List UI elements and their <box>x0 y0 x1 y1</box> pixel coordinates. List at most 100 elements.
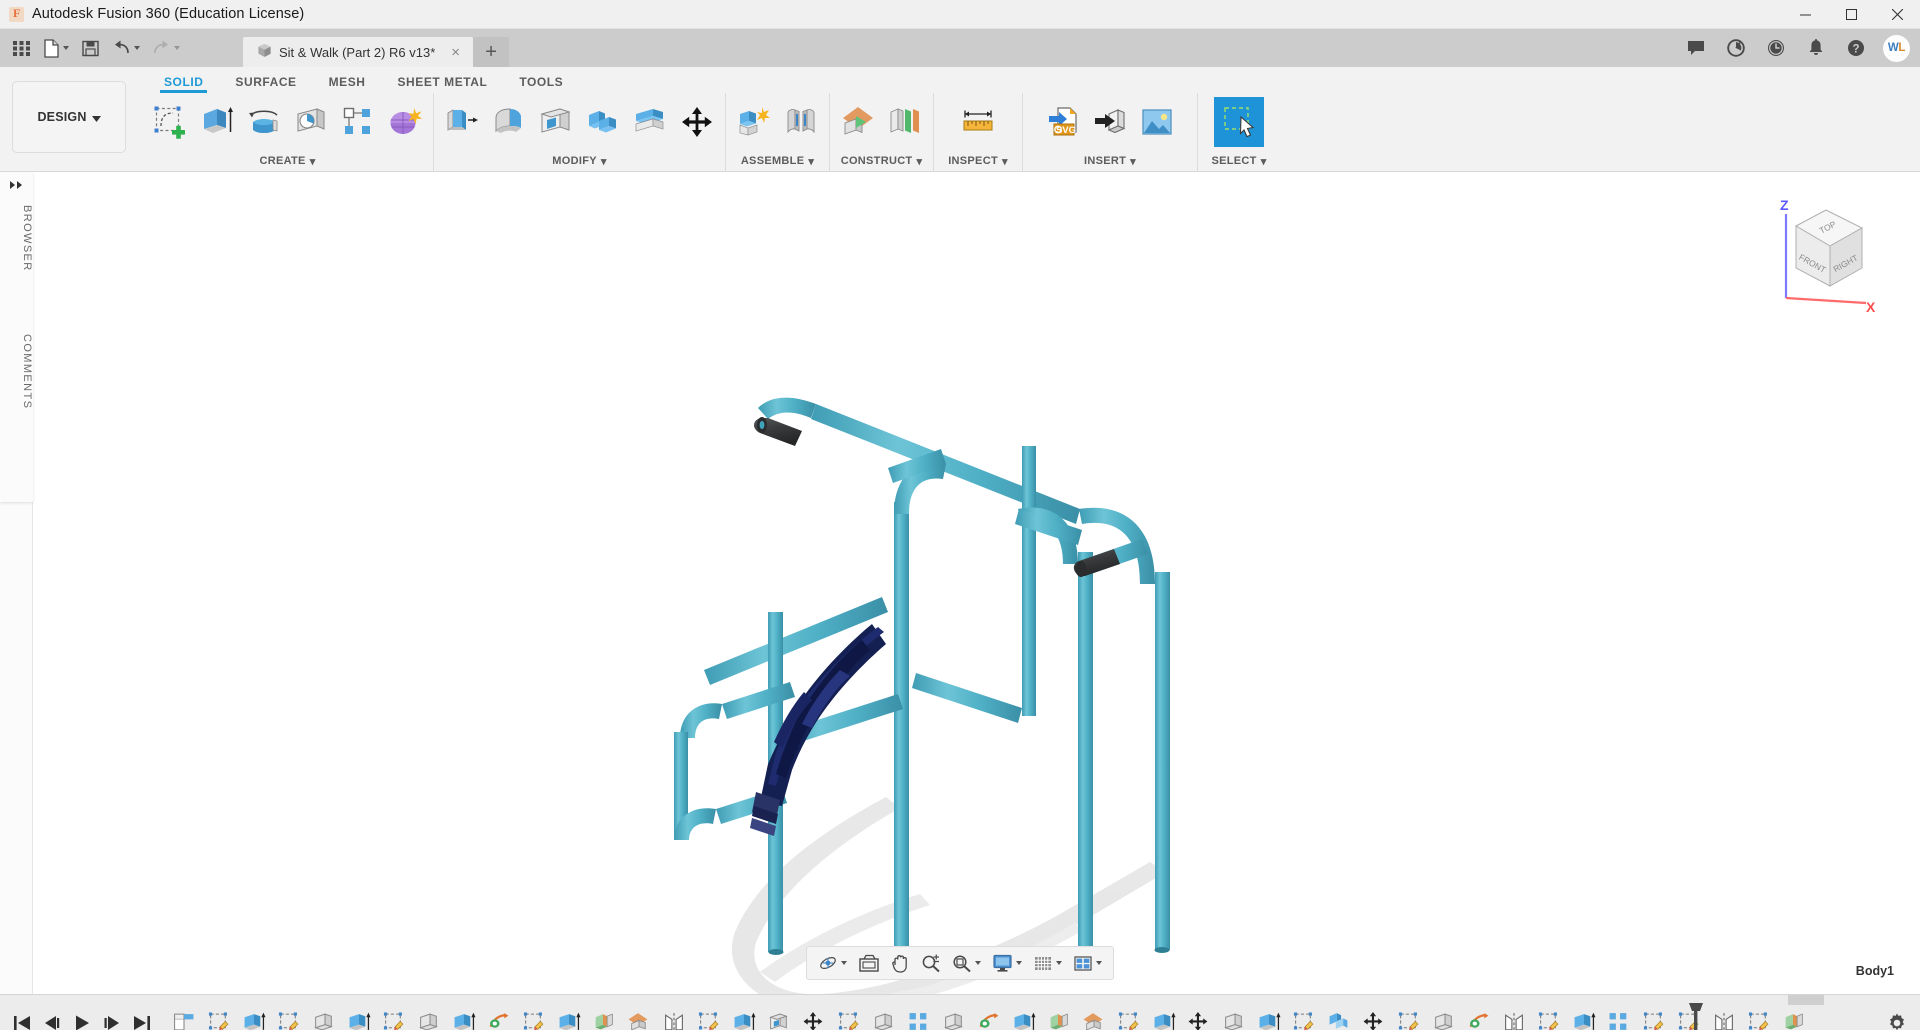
close-button[interactable] <box>1874 0 1920 29</box>
feature-move-icon[interactable] <box>796 1005 831 1030</box>
feature-sweep-icon[interactable] <box>1461 1005 1496 1030</box>
user-avatar[interactable]: WL <box>1883 35 1910 62</box>
feature-pattern-icon[interactable] <box>1601 1005 1636 1030</box>
feature-mirror-icon[interactable] <box>1706 1005 1741 1030</box>
feature-move-icon[interactable] <box>1181 1005 1216 1030</box>
grid-snaps-caret-icon[interactable] <box>1056 961 1062 965</box>
hole-icon[interactable] <box>289 98 333 146</box>
comment-icon[interactable] <box>1677 29 1715 67</box>
offset-plane-icon[interactable] <box>836 98 880 146</box>
ribbon-tab-mesh[interactable]: MESH <box>313 75 382 93</box>
feature-sketch-edit-icon[interactable] <box>1111 1005 1146 1030</box>
feature-mirror-icon[interactable] <box>656 1005 691 1030</box>
fit-icon[interactable] <box>947 948 986 978</box>
create-sketch-icon[interactable] <box>148 98 192 146</box>
feature-sketch-edit-icon[interactable] <box>1741 1005 1776 1030</box>
app-grid-icon[interactable] <box>7 33 36 63</box>
jump-to-start-icon[interactable] <box>8 1006 36 1030</box>
feature-extrude-icon[interactable] <box>1566 1005 1601 1030</box>
feature-sketch-edit-icon[interactable] <box>201 1005 236 1030</box>
activity-icon[interactable] <box>1717 29 1755 67</box>
minimize-button[interactable] <box>1782 0 1828 29</box>
feature-body-icon[interactable] <box>1216 1005 1251 1030</box>
feature-sweep-icon[interactable] <box>481 1005 516 1030</box>
ribbon-tab-sheet-metal[interactable]: SHEET METAL <box>382 75 504 93</box>
feature-combine-icon[interactable] <box>1321 1005 1356 1030</box>
ribbon-tab-surface[interactable]: SURFACE <box>219 75 312 93</box>
chevron-down-icon[interactable]: ▾ <box>310 155 316 168</box>
feature-move-icon[interactable] <box>1356 1005 1391 1030</box>
grid-snaps-icon[interactable] <box>1028 948 1067 978</box>
timeline-end-marker[interactable] <box>1688 1002 1695 1030</box>
feature-extrude-icon[interactable] <box>446 1005 481 1030</box>
feature-sketch-edit-icon[interactable] <box>271 1005 306 1030</box>
ribbon-tab-solid[interactable]: SOLID <box>148 75 219 93</box>
feature-extrude-icon[interactable] <box>236 1005 271 1030</box>
feature-body-icon[interactable] <box>411 1005 446 1030</box>
display-settings-caret-icon[interactable] <box>1016 961 1022 965</box>
step-forward-icon[interactable] <box>98 1006 126 1030</box>
feature-sketch-edit-icon[interactable] <box>376 1005 411 1030</box>
maximize-button[interactable] <box>1828 0 1874 29</box>
feature-sketch-edit-icon[interactable] <box>1531 1005 1566 1030</box>
feature-sketch-edit-icon[interactable] <box>1636 1005 1671 1030</box>
feature-body-icon[interactable] <box>306 1005 341 1030</box>
fit-caret-icon[interactable] <box>975 961 981 965</box>
timeline-track[interactable] <box>166 995 1874 1030</box>
insert-derive-icon[interactable] <box>1088 98 1132 146</box>
split-body-icon[interactable] <box>628 98 672 146</box>
shell-icon[interactable] <box>534 98 578 146</box>
new-file-icon[interactable] <box>38 33 74 63</box>
orbit-caret-icon[interactable] <box>841 961 847 965</box>
feature-body-icon[interactable] <box>1426 1005 1461 1030</box>
new-component-icon[interactable] <box>732 98 776 146</box>
move-copy-icon[interactable] <box>675 98 719 146</box>
undo-caret-icon[interactable] <box>134 46 140 50</box>
feature-extrude-icon[interactable] <box>726 1005 761 1030</box>
feature-plane-icon[interactable] <box>621 1005 656 1030</box>
feature-sketch-edit-icon[interactable] <box>831 1005 866 1030</box>
help-icon[interactable]: ? <box>1837 29 1875 67</box>
plane-at-angle-icon[interactable] <box>883 98 927 146</box>
feature-extrude-icon[interactable] <box>1006 1005 1041 1030</box>
feature-body-icon[interactable] <box>936 1005 971 1030</box>
feature-extrude-icon[interactable] <box>1146 1005 1181 1030</box>
chevron-down-icon[interactable]: ▾ <box>1002 155 1008 168</box>
notifications-bell-icon[interactable] <box>1797 29 1835 67</box>
orbit-icon[interactable] <box>813 948 852 978</box>
chevron-down-icon[interactable]: ▾ <box>808 155 814 168</box>
feature-sketch-edit-icon[interactable] <box>516 1005 551 1030</box>
ribbon-tab-tools[interactable]: TOOLS <box>503 75 579 93</box>
document-tab[interactable]: Sit & Walk (Part 2) R6 v13* × <box>243 37 473 67</box>
press-pull-icon[interactable] <box>440 98 484 146</box>
feature-pattern-icon[interactable] <box>901 1005 936 1030</box>
redo-caret-icon[interactable] <box>174 46 180 50</box>
insert-svg-icon[interactable]: SVG <box>1041 98 1085 146</box>
walker-frame-model[interactable] <box>0 172 1920 994</box>
canvas-image-icon[interactable] <box>1135 98 1179 146</box>
feature-pipe-icon[interactable] <box>1776 1005 1811 1030</box>
combine-icon[interactable] <box>581 98 625 146</box>
revolve-icon[interactable] <box>242 98 286 146</box>
timeline-settings-gear-icon[interactable] <box>1874 995 1920 1030</box>
feature-shell-icon[interactable] <box>761 1005 796 1030</box>
workspace-selector[interactable]: DESIGN <box>12 81 126 153</box>
viewport-layout-caret-icon[interactable] <box>1096 961 1102 965</box>
document-tab-close-icon[interactable]: × <box>448 45 463 60</box>
feature-plane-icon[interactable] <box>1076 1005 1111 1030</box>
new-tab-button[interactable]: + <box>473 37 509 67</box>
display-settings-icon[interactable] <box>987 948 1027 978</box>
feature-extrude-icon[interactable] <box>551 1005 586 1030</box>
feature-sketch-edit-icon[interactable] <box>691 1005 726 1030</box>
chevron-down-icon[interactable]: ▾ <box>1130 155 1136 168</box>
save-icon[interactable] <box>76 33 105 63</box>
pan-icon[interactable] <box>886 948 915 978</box>
fillet-icon[interactable] <box>487 98 531 146</box>
create-form-icon[interactable] <box>383 98 427 146</box>
viewport-layout-icon[interactable] <box>1068 948 1107 978</box>
chevron-down-icon[interactable]: ▾ <box>1261 155 1267 168</box>
feature-mirror-icon[interactable] <box>1496 1005 1531 1030</box>
feature-body-icon[interactable] <box>866 1005 901 1030</box>
design-canvas[interactable]: BROWSER COMMENTS <box>0 172 1920 994</box>
feature-extrude-icon[interactable] <box>341 1005 376 1030</box>
